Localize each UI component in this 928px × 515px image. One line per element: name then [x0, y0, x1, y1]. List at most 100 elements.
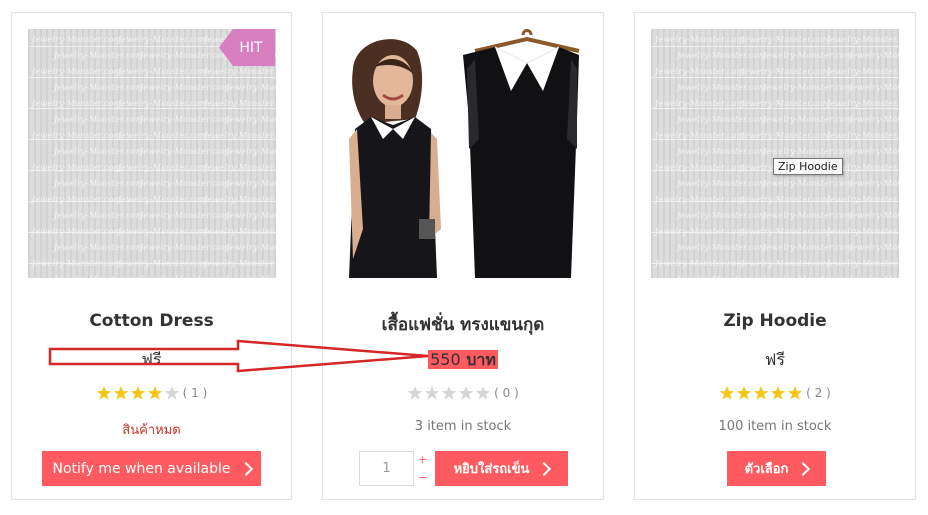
product-image-placeholder[interactable]: Jewelry-Monster.com Jewelry-Monster.com Je… — [651, 29, 899, 278]
star-icon — [719, 386, 735, 400]
watermark-text: Jewelry-Monster.com — [763, 115, 853, 124]
watermark-text: Jewelry-Monster.com — [741, 259, 831, 268]
notify-button-label: Notify me when available — [52, 460, 231, 477]
star-icon — [96, 386, 111, 400]
rating-stars — [719, 385, 803, 401]
watermark-text: Jewelry-Monster.com — [655, 259, 745, 268]
rating-stars — [96, 385, 180, 401]
watermark-text: Jewelry-Monster.com — [655, 67, 745, 76]
watermark-text: Jewelry-Monster.com — [763, 179, 853, 188]
add-to-cart-label: หยิบใส่รถเข็น — [453, 462, 530, 477]
watermark-text: Jewelry-Monster.com — [827, 67, 899, 76]
watermark-text: Jewelry-Monster.com — [827, 227, 899, 236]
notify-button[interactable]: Notify me when available — [42, 451, 261, 486]
watermark-text: Jewelry-Monster.com — [827, 131, 899, 140]
watermark-text: Jewelry-Monster.com — [204, 227, 276, 236]
quantity-input[interactable] — [359, 451, 414, 486]
product-title[interactable]: เสื้อแฟชั่น ทรงแขนกุด — [323, 311, 603, 338]
options-button[interactable]: ตัวเลือก — [727, 451, 826, 486]
watermark-text: Jewelry-Monster.com — [827, 259, 899, 268]
star-icon — [407, 386, 423, 400]
watermark-text: Jewelry-Monster.com — [32, 259, 122, 268]
watermark-text: Jewelry-Monster.com — [226, 211, 276, 220]
chevron-right-icon — [796, 461, 811, 476]
watermark-text: Jewelry-Monster.com — [849, 275, 899, 278]
watermark-text: Jewelry-Monster.com — [140, 51, 230, 60]
product-card-sleeveless-top: เสื้อแฟชั่น ทรงแขนกุด 550 บาท ( 0 ) 3 it… — [322, 12, 604, 500]
options-button-label: ตัวเลือก — [744, 462, 789, 477]
watermark-text: Jewelry-Monster.com — [741, 195, 831, 204]
product-rating: ( 1 ) — [12, 385, 291, 401]
price-highlight: 550 บาท — [428, 350, 498, 369]
product-rating: ( 2 ) — [635, 385, 915, 401]
star-icon — [787, 386, 803, 400]
watermark-text: Jewelry-Monster.com — [54, 83, 144, 92]
watermark-text: Jewelry-Monster.com — [54, 275, 144, 278]
watermark-text: Jewelry-Monster.com — [226, 115, 276, 124]
star-icon — [113, 386, 128, 400]
watermark-text: Jewelry-Monster.com — [226, 147, 276, 156]
rating-count: ( 2 ) — [806, 386, 831, 400]
watermark-text: Jewelry-Monster.com — [140, 147, 230, 156]
stock-status: 3 item in stock — [414, 419, 512, 434]
product-title[interactable]: Cotton Dress — [12, 311, 291, 331]
watermark-text: Jewelry-Monster.com — [118, 227, 208, 236]
watermark-text: Jewelry-Monster.com — [226, 243, 276, 252]
watermark-text: Jewelry-Monster.com — [204, 131, 276, 140]
watermark-text: Jewelry-Monster.com — [655, 195, 745, 204]
watermark-text: Jewelry-Monster.com — [54, 211, 144, 220]
watermark-text: Jewelry-Monster.com — [849, 51, 899, 60]
watermark-text: Jewelry-Monster.com — [54, 147, 144, 156]
chevron-right-icon — [537, 461, 552, 476]
watermark-text: Jewelry-Monster.com — [741, 67, 831, 76]
product-title[interactable]: Zip Hoodie — [635, 311, 915, 331]
star-icon — [441, 386, 457, 400]
watermark-text: Jewelry-Monster.com — [677, 83, 767, 92]
watermark-text: Jewelry-Monster.com — [849, 179, 899, 188]
price-number: 550 — [430, 350, 461, 369]
watermark-text: Jewelry-Monster.com — [204, 99, 276, 108]
watermark-text: Jewelry-Monster.com — [763, 275, 853, 278]
watermark-text: Jewelry-Monster.com — [32, 163, 122, 172]
watermark-text: Jewelry-Monster.com — [677, 147, 767, 156]
watermark-text: Jewelry-Monster.com — [54, 243, 144, 252]
watermark-text: Jewelry-Monster.com — [54, 179, 144, 188]
watermark-text: Jewelry-Monster.com — [118, 259, 208, 268]
watermark-text: Jewelry-Monster.com — [677, 51, 767, 60]
quantity-increase-button[interactable]: + — [418, 454, 427, 465]
product-photo-illustration — [345, 29, 581, 278]
product-photo[interactable] — [345, 29, 581, 278]
watermark-text: Jewelry-Monster.com — [140, 243, 230, 252]
watermark-text: Jewelry-Monster.com — [741, 227, 831, 236]
watermark-text: Jewelry-Monster.com — [741, 35, 831, 44]
watermark-text: Jewelry-Monster.com — [32, 195, 122, 204]
star-icon — [770, 386, 786, 400]
product-card-zip-hoodie: Jewelry-Monster.com Jewelry-Monster.com Je… — [634, 12, 916, 500]
watermark-text: Jewelry-Monster.com — [677, 243, 767, 252]
watermark-text: Jewelry-Monster.com — [677, 275, 767, 278]
watermark-text: Jewelry-Monster.com — [118, 99, 208, 108]
watermark-text: Jewelry-Monster.com — [32, 227, 122, 236]
rating-count: ( 1 ) — [182, 386, 208, 400]
star-icon — [475, 386, 491, 400]
watermark-text: Jewelry-Monster.com — [677, 211, 767, 220]
add-to-cart-button[interactable]: หยิบใส่รถเข็น — [435, 451, 568, 486]
watermark-text: Jewelry-Monster.com — [118, 67, 208, 76]
rating-count: ( 0 ) — [494, 386, 519, 400]
watermark-text: Jewelry-Monster.com — [677, 115, 767, 124]
quantity-decrease-button[interactable]: − — [418, 472, 427, 483]
product-card-cotton-dress: Jewelry-Monster.com Jewelry-Monster.com Je… — [11, 12, 292, 500]
product-rating: ( 0 ) — [323, 385, 603, 401]
watermark-text: Jewelry-Monster.com — [204, 163, 276, 172]
watermark-text: Jewelry-Monster.com — [655, 99, 745, 108]
watermark-text: Jewelry-Monster.com — [849, 147, 899, 156]
chevron-right-icon — [238, 461, 253, 476]
watermark-text: Jewelry-Monster.com — [827, 195, 899, 204]
watermark-text: Jewelry-Monster.com — [655, 227, 745, 236]
price-unit: บาท — [460, 350, 496, 369]
watermark-text: Jewelry-Monster.com — [763, 147, 853, 156]
watermark-text: Jewelry-Monster.com — [54, 115, 144, 124]
watermark-text: Jewelry-Monster.com — [118, 35, 208, 44]
watermark-text: Jewelry-Monster.com — [849, 115, 899, 124]
product-image-placeholder[interactable]: Jewelry-Monster.com Jewelry-Monster.com Je… — [28, 29, 276, 278]
